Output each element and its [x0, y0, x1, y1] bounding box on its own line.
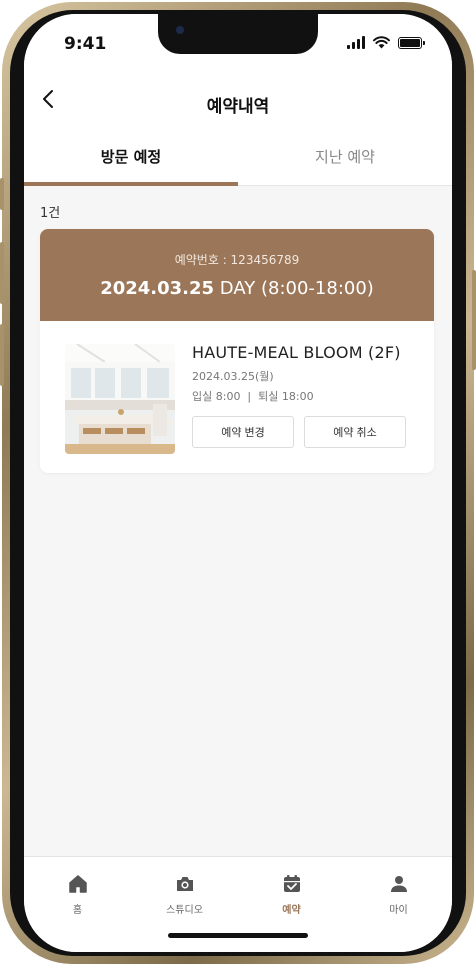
reservation-number: 예약번호 : 123456789	[174, 253, 300, 267]
reservation-tabs: 방문 예정 지난 예약	[24, 136, 452, 186]
power-button	[472, 270, 476, 370]
reservation-date: 2024.03.25	[100, 278, 215, 299]
page-title: 예약내역	[206, 97, 270, 117]
cancel-reservation-button[interactable]: 예약 취소	[304, 416, 406, 448]
checkin-checkout-time: 입실 8:00 | 퇴실 18:00	[192, 390, 314, 403]
volume-up-button	[0, 242, 4, 304]
nav-label-my: 마이	[389, 905, 408, 916]
reservation-time-range: DAY (8:00-18:00)	[219, 278, 374, 299]
nav-item-my[interactable]: 마이	[345, 873, 452, 927]
battery-icon	[398, 36, 425, 49]
wifi-icon	[373, 36, 390, 49]
home-icon	[68, 875, 87, 893]
nav-item-studio[interactable]: 스튜디오	[131, 873, 238, 927]
nav-item-home[interactable]: 홈	[24, 873, 131, 927]
camera-lens	[176, 26, 184, 34]
change-reservation-button[interactable]: 예약 변경	[192, 416, 294, 448]
nav-item-reservation[interactable]: 예약	[238, 873, 345, 927]
home-indicator[interactable]	[168, 933, 308, 938]
studio-info: HAUTE-MEAL BLOOM (2F) 2024.03.25(월) 입실 8…	[192, 343, 406, 448]
reservation-card-header: 예약번호 : 123456789 2024.03.25 DAY (8:00-18…	[40, 229, 434, 321]
reservation-actions: 예약 변경 예약 취소	[192, 416, 406, 448]
screen: 9:41 예약내역 방문 예정 지난 예약 1건 예약번호 : 12345678…	[24, 14, 452, 952]
mute-switch	[0, 178, 4, 210]
nav-label-home: 홈	[72, 905, 83, 916]
visit-date: 2024.03.25(월)	[192, 370, 274, 383]
nav-label-reservation: 예약	[282, 905, 301, 916]
reservation-date-line: 2024.03.25 DAY (8:00-18:00)	[40, 278, 434, 299]
status-time: 9:41	[64, 34, 107, 54]
notch	[158, 14, 318, 54]
tab-upcoming[interactable]: 방문 예정	[24, 136, 238, 186]
studio-thumbnail[interactable]	[65, 344, 175, 454]
person-icon	[390, 876, 407, 892]
studio-name: HAUTE-MEAL BLOOM (2F)	[192, 343, 401, 362]
app-header: 예약내역	[24, 64, 452, 136]
bottom-navigation: 홈 스튜디오 예약 마이	[24, 856, 452, 952]
reservation-count: 1건	[40, 206, 61, 221]
volume-down-button	[0, 324, 4, 386]
status-icons	[347, 36, 425, 49]
signal-icon	[347, 36, 365, 49]
reservation-card[interactable]: 예약번호 : 123456789 2024.03.25 DAY (8:00-18…	[40, 229, 434, 473]
calendar-check-icon	[283, 875, 300, 892]
camera-icon	[176, 877, 193, 891]
nav-label-studio: 스튜디오	[166, 905, 203, 916]
tab-past[interactable]: 지난 예약	[238, 136, 452, 185]
reservation-card-body: HAUTE-MEAL BLOOM (2F) 2024.03.25(월) 입실 8…	[40, 321, 434, 473]
